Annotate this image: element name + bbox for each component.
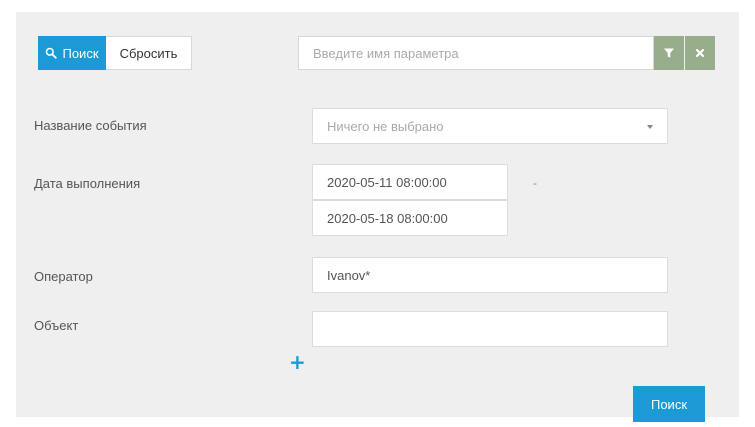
date-from-value: 2020-05-11 08:00:00 xyxy=(327,174,447,190)
event-name-value: Ничего не выбрано xyxy=(327,118,444,134)
date-to-value: 2020-05-18 08:00:00 xyxy=(327,210,448,226)
date-range-separator: - xyxy=(533,176,537,190)
search-icon xyxy=(46,47,58,59)
event-name-label: Название события xyxy=(34,118,147,133)
search-panel: Поиск Сбросить Введите имя параметра Наз… xyxy=(16,12,739,422)
plus-icon[interactable]: + xyxy=(289,352,306,372)
parameter-name-placeholder: Введите имя параметра xyxy=(313,45,459,61)
chevron-down-icon xyxy=(647,125,653,129)
search-button-top-label: Поиск xyxy=(62,45,99,61)
object-label: Объект xyxy=(34,318,79,333)
reset-button[interactable]: Сбросить xyxy=(106,36,192,70)
date-to-input[interactable]: 2020-05-18 08:00:00 xyxy=(312,200,508,236)
filter-button[interactable] xyxy=(654,36,684,70)
event-name-select[interactable]: Ничего не выбрано xyxy=(312,108,668,144)
date-from-input[interactable]: 2020-05-11 08:00:00 xyxy=(312,164,508,200)
search-button-top[interactable]: Поиск xyxy=(38,36,106,70)
search-button-bottom[interactable]: Поиск xyxy=(633,386,705,422)
parameter-name-input[interactable]: Введите имя параметра xyxy=(298,36,654,70)
operator-input[interactable]: Ivanov* xyxy=(312,257,668,293)
filter-icon xyxy=(664,48,674,58)
operator-label: Оператор xyxy=(34,269,93,284)
clear-filter-button[interactable] xyxy=(685,36,715,70)
object-input[interactable] xyxy=(312,311,668,347)
close-icon xyxy=(696,49,704,57)
execution-date-label: Дата выполнения xyxy=(34,176,141,191)
operator-value: Ivanov* xyxy=(327,267,371,283)
